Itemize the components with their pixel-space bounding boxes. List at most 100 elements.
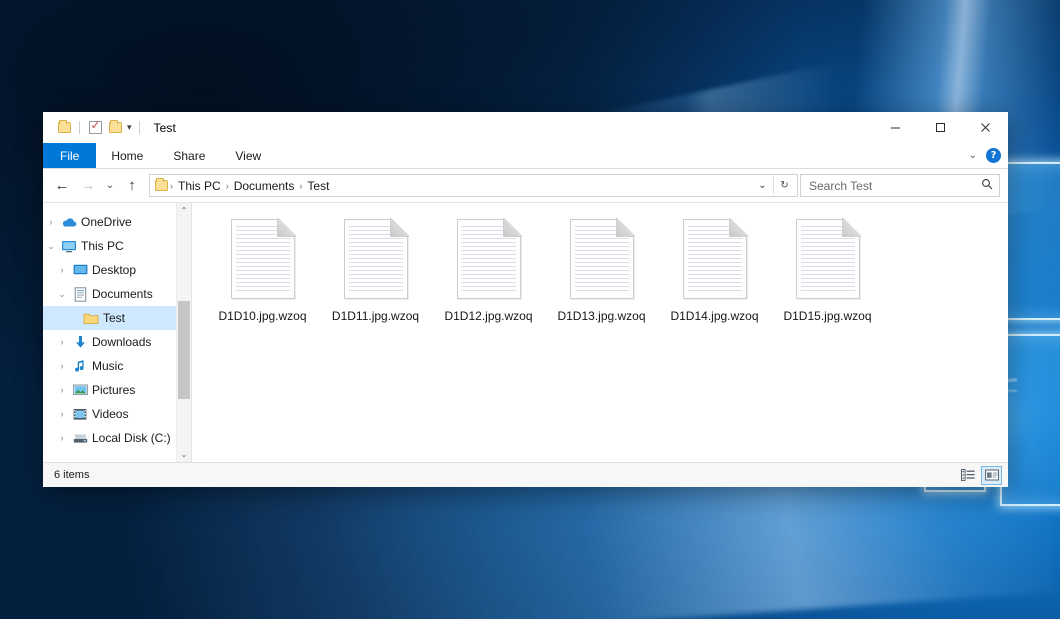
videos-film-icon xyxy=(70,408,90,421)
sidebar-item-label: Videos xyxy=(90,407,128,421)
generic-document-icon xyxy=(457,219,521,299)
address-input[interactable]: › This PC › Documents › Test ⌄ ↻ xyxy=(149,174,798,197)
file-name: D1D13.jpg.wzoq xyxy=(557,309,645,323)
chevron-down-icon[interactable]: ⌄ xyxy=(43,241,59,252)
tab-share[interactable]: Share xyxy=(158,143,220,168)
minimize-button[interactable] xyxy=(873,112,918,143)
file-item[interactable]: D1D12.jpg.wzoq xyxy=(432,217,545,337)
sidebar-item-pictures[interactable]: › Pictures xyxy=(43,378,191,402)
sidebar-item-onedrive[interactable]: › OneDrive xyxy=(43,210,191,234)
chevron-right-icon[interactable]: › xyxy=(54,385,70,395)
breadcrumb-test[interactable]: Test xyxy=(303,179,333,193)
chevron-right-icon[interactable]: › xyxy=(54,433,70,443)
chevron-right-icon[interactable]: › xyxy=(54,361,70,371)
tab-home[interactable]: Home xyxy=(96,143,158,168)
recent-locations-button[interactable]: ⌄ xyxy=(101,173,119,199)
file-item[interactable]: D1D10.jpg.wzoq xyxy=(206,217,319,337)
quick-access-toolbar: ▾ xyxy=(43,118,145,138)
sidebar-scrollbar[interactable]: ⌃ ⌄ xyxy=(176,203,191,462)
status-bar: 6 items xyxy=(43,462,1008,487)
chevron-right-icon[interactable]: › xyxy=(54,265,70,275)
sidebar-item-label: Test xyxy=(101,311,125,325)
sidebar-item-this-pc[interactable]: ⌄ This PC xyxy=(43,234,191,258)
help-icon[interactable]: ? xyxy=(986,148,1001,163)
window-title: Test xyxy=(154,121,176,135)
chevron-right-icon[interactable]: › xyxy=(43,217,59,227)
chevron-down-icon[interactable]: ⌄ xyxy=(54,289,70,300)
sidebar-item-music[interactable]: › Music xyxy=(43,354,191,378)
file-name: D1D11.jpg.wzoq xyxy=(332,309,419,323)
generic-document-icon xyxy=(796,219,860,299)
sidebar-item-label: Local Disk (C:) xyxy=(90,431,171,445)
file-item[interactable]: D1D15.jpg.wzoq xyxy=(771,217,884,337)
folder-icon[interactable] xyxy=(54,118,74,138)
sidebar-item-label: This PC xyxy=(79,239,124,253)
sidebar-item-documents[interactable]: ⌄ Documents xyxy=(43,282,191,306)
new-folder-icon[interactable] xyxy=(105,118,125,138)
scroll-up-arrow-icon[interactable]: ⌃ xyxy=(177,203,191,218)
documents-icon xyxy=(70,287,90,302)
file-explorer-window: ▾ Test File Home Share View xyxy=(43,112,1008,487)
ribbon-tab-bar: File Home Share View ⌄ ? xyxy=(43,143,1008,169)
sidebar-item-downloads[interactable]: › Downloads xyxy=(43,330,191,354)
scroll-down-arrow-icon[interactable]: ⌄ xyxy=(177,447,191,462)
file-item[interactable]: D1D11.jpg.wzoq xyxy=(319,217,432,337)
onedrive-cloud-icon xyxy=(59,216,79,228)
downloads-arrow-icon xyxy=(70,335,90,349)
chevron-right-icon[interactable]: › xyxy=(54,337,70,347)
breadcrumb-documents[interactable]: Documents xyxy=(230,179,299,193)
breadcrumb-this-pc[interactable]: This PC xyxy=(174,179,225,193)
chevron-down-icon[interactable]: ⌄ xyxy=(962,150,984,161)
chevron-down-icon[interactable]: ▾ xyxy=(125,122,134,133)
search-input[interactable]: Search Test xyxy=(809,179,981,193)
back-button[interactable]: ← xyxy=(49,173,75,199)
toolbar-divider xyxy=(79,121,80,134)
file-name: D1D10.jpg.wzoq xyxy=(218,309,306,323)
view-mode-buttons xyxy=(957,466,1002,485)
file-item[interactable]: D1D13.jpg.wzoq xyxy=(545,217,658,337)
this-pc-monitor-icon xyxy=(59,240,79,253)
toolbar-divider-2 xyxy=(139,121,140,134)
details-view-icon[interactable] xyxy=(957,466,978,485)
hard-drive-icon xyxy=(70,432,90,444)
desktop-icon xyxy=(70,264,90,276)
window-controls xyxy=(873,112,1008,143)
generic-document-icon xyxy=(683,219,747,299)
item-count-label: 6 items xyxy=(54,469,89,481)
sidebar-item-label: Documents xyxy=(90,287,153,301)
sidebar-item-local-disk-c[interactable]: › Local Disk (C:) xyxy=(43,426,191,450)
tab-file[interactable]: File xyxy=(43,143,96,168)
window-body: › OneDrive ⌄ This PC › xyxy=(43,202,1008,462)
title-bar: ▾ Test xyxy=(43,112,1008,143)
sidebar-item-label: Downloads xyxy=(90,335,151,349)
file-item[interactable]: D1D14.jpg.wzoq xyxy=(658,217,771,337)
scrollbar-thumb[interactable] xyxy=(178,301,190,399)
maximize-button[interactable] xyxy=(918,112,963,143)
desktop: ▾ Test File Home Share View xyxy=(0,0,1060,619)
sidebar-item-videos[interactable]: › Videos xyxy=(43,402,191,426)
sidebar-item-label: OneDrive xyxy=(79,215,132,229)
logo-pane-top-right xyxy=(1000,162,1060,320)
file-list-pane[interactable]: D1D10.jpg.wzoq D1D11.jpg.wzoq D1D12.jpg.… xyxy=(192,203,1008,462)
music-note-icon xyxy=(70,359,90,373)
sidebar-item-desktop[interactable]: › Desktop xyxy=(43,258,191,282)
file-name: D1D12.jpg.wzoq xyxy=(444,309,532,323)
generic-document-icon xyxy=(570,219,634,299)
large-icons-view-icon[interactable] xyxy=(981,466,1002,485)
sidebar-item-test[interactable]: Test xyxy=(43,306,191,330)
close-button[interactable] xyxy=(963,112,1008,143)
file-name: D1D15.jpg.wzoq xyxy=(783,309,871,323)
up-button[interactable]: ↑ xyxy=(119,173,145,199)
tab-view[interactable]: View xyxy=(220,143,276,168)
ribbon-right-controls: ⌄ ? xyxy=(962,143,1008,168)
forward-button[interactable]: → xyxy=(75,173,101,199)
sidebar-item-label: Pictures xyxy=(90,383,135,397)
properties-checkbox-icon[interactable] xyxy=(85,118,105,138)
refresh-icon[interactable]: ↻ xyxy=(774,175,795,196)
search-icon[interactable] xyxy=(981,178,993,193)
address-bar-row: ← → ⌄ ↑ › This PC › Documents › Test ⌄ ↻… xyxy=(43,169,1008,202)
address-dropdown-icon[interactable]: ⌄ xyxy=(752,175,773,196)
chevron-right-icon[interactable]: › xyxy=(54,409,70,419)
search-box[interactable]: Search Test xyxy=(800,174,1000,197)
generic-document-icon xyxy=(344,219,408,299)
